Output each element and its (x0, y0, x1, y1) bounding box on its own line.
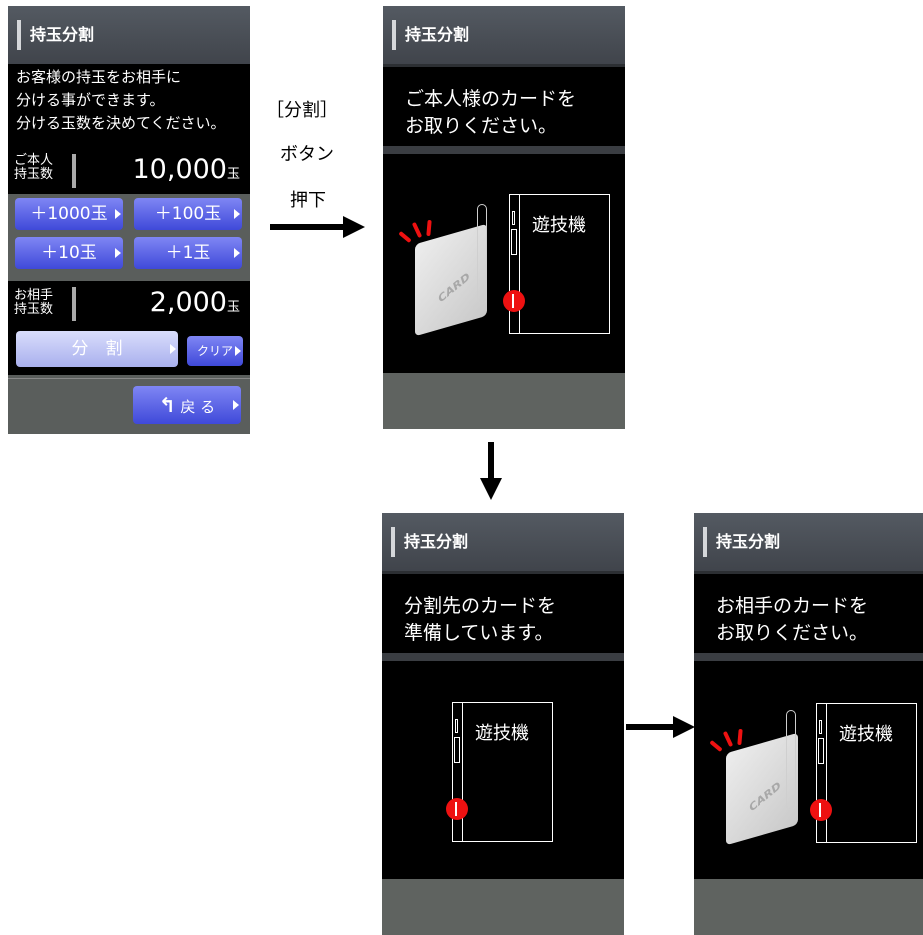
footer (694, 879, 923, 935)
add-1-button[interactable]: ＋1玉 (134, 237, 242, 269)
card-slot-indicator (810, 799, 832, 821)
add-100-button[interactable]: ＋100玉 (134, 198, 242, 230)
header-accent-bar (392, 20, 396, 50)
note-line-1: ［分割］ (266, 100, 338, 121)
message-text: ご本人様のカードを お取りください。 (405, 88, 577, 137)
page-title: 持玉分割 (30, 25, 95, 44)
add-1000-button[interactable]: ＋1000玉 (15, 198, 123, 230)
alert-mark-3 (426, 219, 432, 237)
back-button[interactable]: ↰ 戻 る (133, 386, 241, 424)
card-slot-indicator (503, 290, 525, 312)
note-line-3: 押下 (290, 190, 326, 211)
page-title: 持玉分割 (404, 532, 469, 551)
card-slot-holder (786, 710, 796, 810)
header-accent-bar (17, 20, 21, 50)
page-title: 持玉分割 (716, 532, 781, 551)
header-accent-bar (391, 527, 395, 557)
card-slot-indicator (446, 798, 468, 820)
note-line-2: ボタン (280, 144, 334, 165)
footer (382, 879, 624, 935)
screen-take-partner-card: 持玉分割 お相手のカードを お取りください。 CARD 遊技機 (694, 513, 923, 935)
partner-balance-value: 2,000玉 (149, 287, 240, 318)
arrow-right-1 (270, 216, 365, 238)
alert-mark-2 (411, 221, 423, 239)
header: 持玉分割 (694, 513, 923, 574)
partner-balance-row: お相手 持玉数 2,000玉 (8, 281, 250, 327)
self-balance-label: ご本人 持玉数 (14, 153, 54, 182)
message-text: お相手のカードを お取りください。 (716, 595, 869, 644)
screen-preparing-card: 持玉分割 分割先のカードを 準備しています。 遊技機 (382, 513, 624, 935)
game-machine-icon: 遊技機 (446, 702, 553, 842)
instruction-text: お客様の持玉をお相手に 分ける事ができます。 分ける玉数を決めてください。 (16, 68, 226, 132)
header: 持玉分割 (382, 513, 624, 574)
header-accent-bar (703, 527, 707, 557)
self-balance-row: ご本人 持玉数 10,000玉 (8, 148, 250, 194)
game-machine-icon: 遊技機 (503, 194, 610, 334)
card-slot-holder (477, 204, 487, 304)
partner-balance-label: お相手 持玉数 (14, 288, 54, 317)
game-machine-icon: 遊技機 (810, 703, 917, 843)
footer-divider (8, 378, 250, 379)
instruction-area: お客様の持玉をお相手に 分ける事ができます。 分ける玉数を決めてください。 (8, 64, 250, 148)
divider (72, 154, 76, 188)
split-button[interactable]: 分 割 (16, 331, 178, 367)
self-balance-value: 10,000玉 (132, 154, 241, 185)
separator (382, 653, 624, 661)
separator (383, 146, 625, 154)
back-arrow-icon: ↰ (158, 393, 176, 417)
alert-mark-3 (737, 728, 743, 746)
arrow-down (480, 442, 502, 500)
footer (383, 373, 625, 429)
message-text: 分割先のカードを 準備しています。 (404, 595, 557, 644)
alert-mark-1 (709, 739, 723, 753)
alert-mark-1 (398, 230, 412, 244)
separator (694, 653, 923, 661)
header: 持玉分割 (383, 6, 625, 67)
screen-take-own-card: 持玉分割 ご本人様のカードを お取りください。 CARD 遊技機 (383, 6, 625, 429)
header: 持玉分割 (8, 6, 250, 67)
clear-button[interactable]: クリア (187, 336, 243, 366)
page-title: 持玉分割 (405, 25, 470, 44)
arrow-right-2 (626, 716, 695, 738)
screen-split-input: 持玉分割 お客様の持玉をお相手に 分ける事ができます。 分ける玉数を決めてくださ… (8, 6, 250, 434)
add-10-button[interactable]: ＋10玉 (15, 237, 123, 269)
divider (72, 287, 76, 321)
alert-mark-2 (722, 730, 734, 748)
